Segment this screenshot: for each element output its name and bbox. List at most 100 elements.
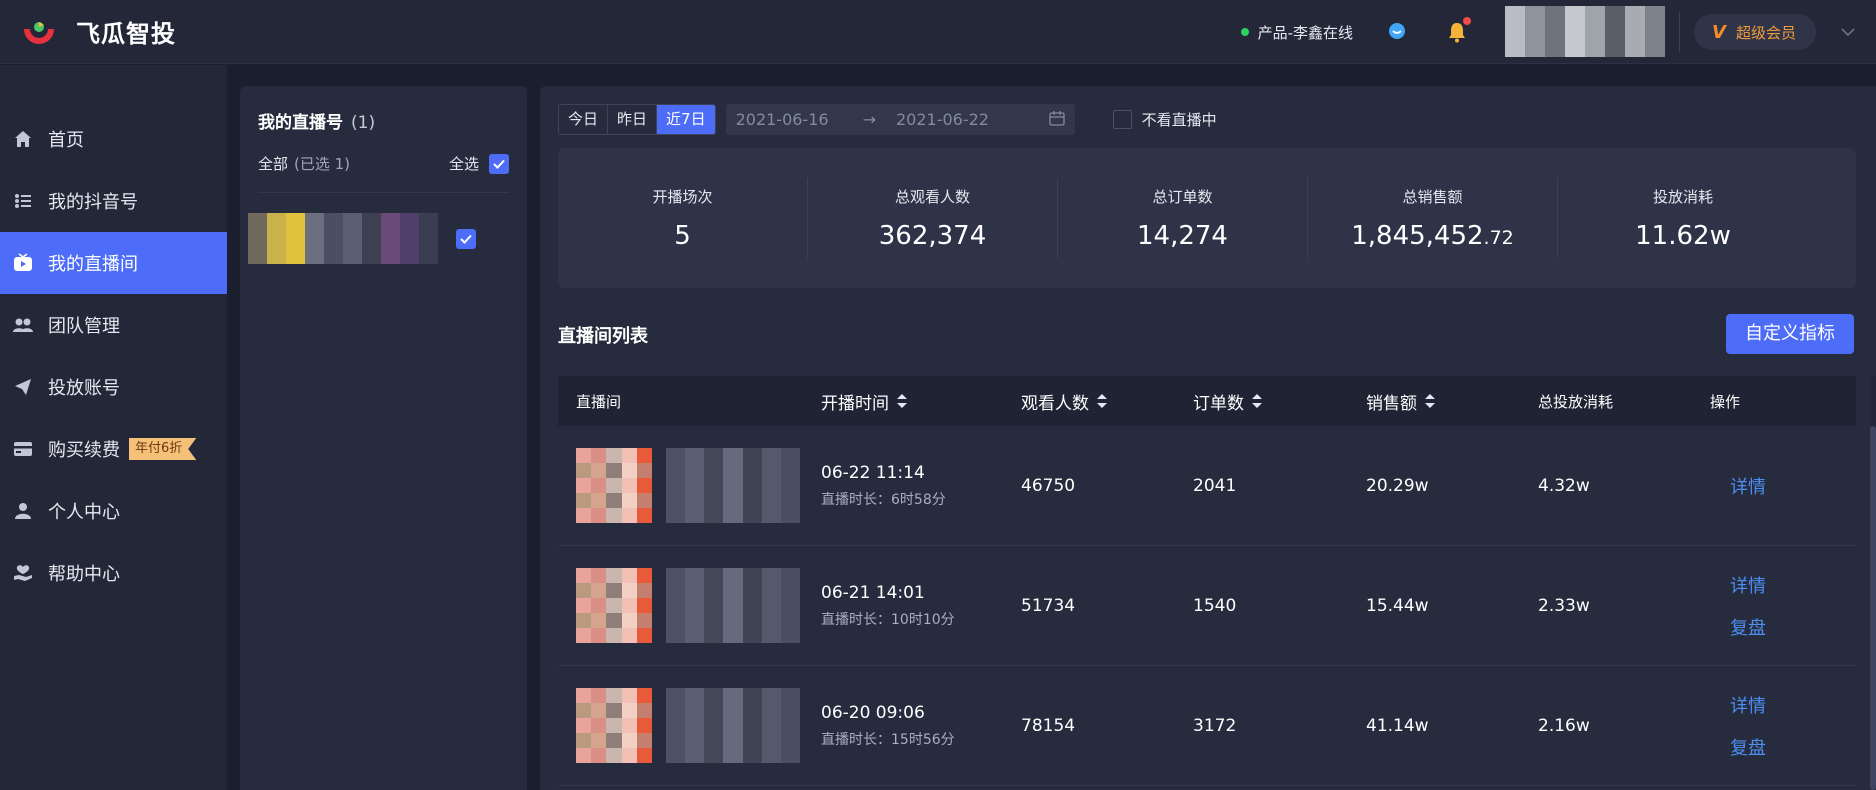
pixel-block [685, 508, 705, 524]
logo-mark-icon [20, 13, 58, 51]
header-label: 开播时间 [821, 393, 889, 414]
room-cell[interactable] [558, 687, 821, 764]
all-accounts-label[interactable]: 全部 (已选 1) [258, 153, 350, 174]
ad-spend-cell: 2.33w [1538, 595, 1590, 616]
sidebar-item-ad-account[interactable]: 投放账号 [0, 356, 227, 418]
pixel-block [576, 702, 592, 718]
pixel-block [576, 582, 592, 598]
select-all-checkbox[interactable] [489, 153, 509, 174]
pixel-block [742, 477, 762, 494]
pixel-block [324, 213, 343, 230]
pixel-block [576, 597, 592, 614]
sort-icon[interactable] [1252, 394, 1262, 408]
pixel-block [591, 733, 607, 749]
vip-button[interactable]: V 超级会员 [1694, 14, 1816, 50]
range-yesterday-button[interactable]: 昨日 [608, 105, 658, 134]
pixel-block [621, 567, 637, 583]
pixel-block [606, 733, 622, 749]
pixel-block [606, 748, 622, 764]
sidebar-item-profile[interactable]: 个人中心 [0, 480, 227, 542]
pixel-block [666, 613, 686, 629]
pixel-block [1545, 6, 1566, 23]
start-time-cell: 06-21 14:01 直播时长：10时10分 [821, 583, 1021, 629]
detail-link[interactable]: 详情 [1730, 473, 1766, 499]
pixel-block [621, 628, 637, 644]
scrollbar-thumb[interactable] [1870, 426, 1876, 790]
pixel-block [685, 748, 705, 764]
sidebar-item-team[interactable]: 团队管理 [0, 294, 227, 356]
header-ad-spend: 总投放消耗 [1538, 391, 1710, 412]
pixel-block [742, 447, 762, 463]
select-all-control[interactable]: 全选 [449, 153, 509, 174]
custom-metrics-button[interactable]: 自定义指标 [1726, 314, 1854, 354]
pixel-block [381, 213, 400, 230]
range-7days-button[interactable]: 近7日 [657, 105, 715, 134]
chat-bubble-icon[interactable] [1385, 20, 1409, 44]
orders-cell: 3172 [1193, 715, 1237, 736]
arrow-right-icon: → [862, 110, 876, 129]
detail-link[interactable]: 详情 [1730, 572, 1766, 598]
app-logo[interactable]: 飞瓜智投 [20, 13, 176, 51]
pixel-block [248, 247, 267, 264]
room-cell[interactable] [558, 567, 821, 644]
help-hand-icon [12, 562, 34, 584]
pixel-block [636, 582, 652, 598]
sort-icon[interactable] [1425, 394, 1435, 408]
sidebar-item-help[interactable]: 帮助中心 [0, 542, 227, 604]
account-filter-row: 全部 (已选 1) 全选 [258, 153, 509, 174]
header-start-time[interactable]: 开播时间 [821, 389, 1021, 414]
sidebar-item-live-room[interactable]: 我的直播间 [0, 232, 227, 294]
ad-spend-cell: 4.32w [1538, 475, 1590, 496]
pixel-block [591, 687, 607, 703]
header-sales[interactable]: 销售额 [1366, 389, 1538, 414]
pixel-block [606, 687, 622, 703]
pixel-block [621, 493, 637, 509]
exclude-live-checkbox[interactable]: 不看直播中 [1112, 109, 1217, 130]
review-link[interactable]: 复盘 [1730, 734, 1766, 760]
stat-ad-spend: 投放消耗 11.62w [1558, 178, 1808, 258]
bell-icon[interactable] [1445, 17, 1472, 44]
pixel-block [723, 582, 743, 598]
table-row: 06-22 11:14 直播时长：6时58分 46750 2041 20.29w … [558, 426, 1856, 546]
pixel-block [761, 477, 781, 494]
send-icon [12, 376, 34, 398]
user-avatar[interactable] [1505, 6, 1666, 58]
pixel-block [666, 733, 686, 749]
stat-label: 总销售额 [1402, 187, 1463, 206]
pixel-block [742, 702, 762, 718]
pixel-block [742, 717, 762, 734]
stat-label: 开播场次 [652, 187, 713, 206]
detail-link[interactable]: 详情 [1730, 692, 1766, 718]
pixel-block [419, 213, 438, 230]
pixel-block [1585, 23, 1606, 40]
discount-badge: 年付6折 [129, 438, 197, 460]
sales-cell: 41.14w [1366, 715, 1429, 736]
pixel-block [1545, 40, 1566, 57]
pixel-block [636, 717, 652, 734]
room-cell[interactable] [558, 447, 821, 524]
pixel-block [723, 567, 743, 583]
pixel-block [742, 733, 762, 749]
checkbox-empty[interactable] [1112, 110, 1132, 129]
sidebar-item-renew[interactable]: 购买续费 年付6折 [0, 418, 227, 480]
pixel-block [591, 447, 607, 463]
review-link[interactable]: 复盘 [1730, 614, 1766, 640]
date-range-picker[interactable]: 2021-06-16 → 2021-06-22 [725, 104, 1075, 135]
sort-icon[interactable] [897, 394, 907, 408]
pixel-block [591, 717, 607, 734]
sort-icon[interactable] [1097, 394, 1107, 408]
sidebar-item-douyin[interactable]: 我的抖音号 [0, 170, 227, 232]
online-status[interactable]: 产品-李鑫在线 [1240, 22, 1353, 43]
pixel-block [780, 508, 800, 524]
actions-cell: 详情 复盘 [1710, 692, 1856, 760]
sidebar-item-home[interactable]: 首页 [0, 108, 227, 170]
pixel-block [780, 628, 800, 644]
range-today-button[interactable]: 今日 [559, 105, 609, 134]
account-list-item[interactable] [248, 213, 509, 264]
pixel-block [685, 717, 705, 734]
pixel-block [1605, 23, 1626, 40]
header-orders[interactable]: 订单数 [1193, 389, 1366, 414]
header-viewers[interactable]: 观看人数 [1021, 389, 1193, 414]
account-checkbox[interactable] [456, 228, 476, 249]
chevron-down-icon[interactable] [1836, 28, 1860, 36]
